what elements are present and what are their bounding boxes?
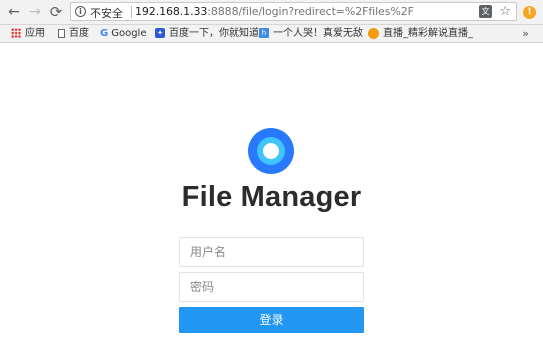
baidu-paw-icon: ✦ [155, 28, 165, 38]
url-text[interactable]: 192.168.1.33:8888/file/login?redirect=%2… [135, 5, 414, 18]
url-path: :8888/file/login?redirect=%2Ffiles%2F [207, 5, 414, 18]
address-bar[interactable]: i 不安全 192.168.1.33:8888/file/login?redir… [70, 2, 517, 21]
bookmark-site-1[interactable]: h 一个人哭！真爱无敌 [259, 26, 363, 41]
page-title: File Manager [181, 181, 362, 213]
bookmark-apps[interactable]: 应用 [11, 26, 45, 41]
google-icon: G [100, 28, 109, 39]
bookmark-label: 百度 [69, 28, 89, 39]
bookmark-label: 百度一下，你就知道 [169, 28, 259, 39]
more-bookmarks-icon[interactable]: » [522, 26, 529, 41]
forward-arrow-icon[interactable]: → [25, 2, 45, 22]
password-field[interactable] [179, 272, 364, 302]
apps-grid-icon [11, 28, 21, 38]
bookmark-baidu[interactable]: 百度 [58, 26, 89, 41]
bookmark-star-icon[interactable]: ☆ [499, 3, 511, 20]
info-icon[interactable]: i [75, 6, 86, 17]
url-host: 192.168.1.33 [135, 5, 208, 18]
site-icon: h [259, 28, 269, 38]
bookmark-label: Google [111, 28, 147, 39]
bookmarks-bar: 应用 百度 G Google ✦ 百度一下，你就知道 h 一个人哭！真爱无敌 直播_精… [0, 25, 543, 43]
bookmark-label: 应用 [25, 28, 45, 39]
login-button[interactable]: 登录 [179, 307, 364, 333]
page-icon [58, 28, 65, 38]
bookmark-site-2[interactable]: 直播_精彩解说直播_ [368, 26, 473, 41]
bookmark-google[interactable]: G Google [100, 26, 146, 41]
site-icon [368, 27, 379, 39]
security-label[interactable]: 不安全 [90, 5, 123, 21]
translate-icon[interactable]: 文 [479, 5, 492, 18]
address-divider [131, 6, 132, 18]
browser-toolbar: ← → ⟳ i 不安全 192.168.1.33:8888/file/login… [0, 0, 543, 25]
app-logo-icon [248, 128, 294, 174]
bookmark-label: 直播_精彩解说直播_ [383, 28, 473, 39]
bookmark-baidu-search[interactable]: ✦ 百度一下，你就知道 [155, 26, 259, 41]
back-arrow-icon[interactable]: ← [4, 2, 24, 22]
username-field[interactable] [179, 237, 364, 267]
reload-icon[interactable]: ⟳ [46, 2, 66, 22]
bookmark-label: 一个人哭！真爱无敌 [273, 28, 363, 39]
extension-icon[interactable]: ! [523, 6, 536, 19]
